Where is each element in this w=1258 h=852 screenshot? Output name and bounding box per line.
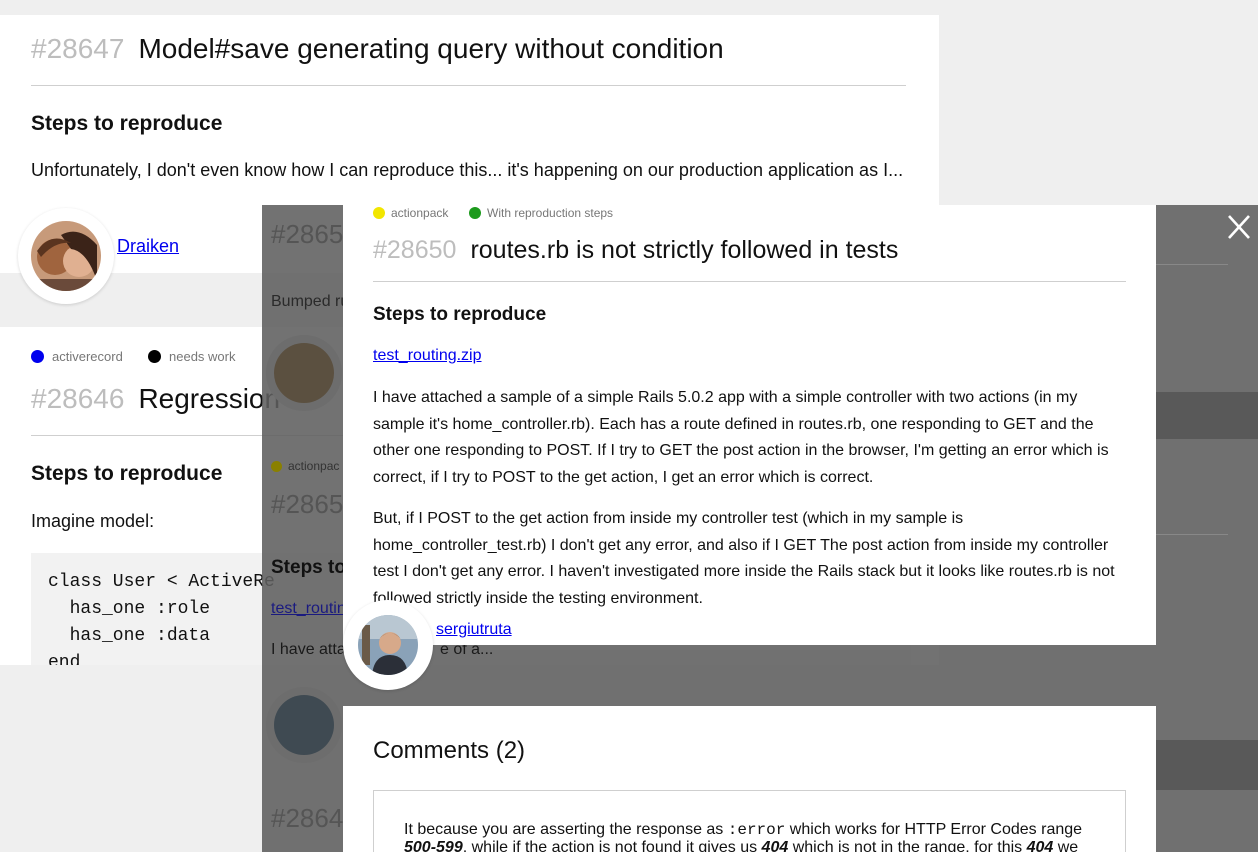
status-range: 500-599 xyxy=(404,839,463,852)
issue-title-text: Model#save generating query without cond… xyxy=(138,33,724,64)
dimmed-excerpt: I have attac xyxy=(271,641,354,658)
steps-heading: Steps to reproduce xyxy=(31,462,223,485)
tag-actionpack[interactable]: actionpack xyxy=(373,206,448,220)
dimmed-steps: Steps to xyxy=(271,557,346,578)
issue-modal: actionpack With reproduction steps #2865… xyxy=(343,205,1156,645)
tag-dot xyxy=(373,207,385,219)
attachment-link[interactable]: test_routing.zip xyxy=(373,347,482,365)
tag-activerecord[interactable]: activerecord xyxy=(31,349,123,364)
close-icon[interactable] xyxy=(1226,211,1252,243)
dimmed-number: #2865 xyxy=(271,489,344,519)
title-divider xyxy=(31,85,906,86)
issue-number: #28650 xyxy=(373,236,457,264)
tag-dot xyxy=(31,350,44,363)
avatar-image xyxy=(358,615,418,675)
avatar-image xyxy=(31,221,101,291)
modal-author-link[interactable]: sergiutruta xyxy=(436,621,512,639)
comments-panel: Comments (2) It because you are assertin… xyxy=(343,706,1156,852)
avatar-draiken[interactable] xyxy=(18,208,114,304)
steps-heading: Steps to reproduce xyxy=(31,112,223,135)
tag-needs-work[interactable]: needs work xyxy=(148,349,235,364)
description-paragraph-1: I have attached a sample of a simple Rai… xyxy=(373,389,1109,486)
comment-body: It because you are asserting the respons… xyxy=(404,821,1094,852)
tag-dot xyxy=(148,350,161,363)
dimmed-number: #2865 xyxy=(271,219,344,249)
dimmed-avatar xyxy=(266,335,342,411)
comments-heading: Comments (2) xyxy=(373,737,526,764)
status-code: 404 xyxy=(1026,839,1054,852)
description-paragraph-2: But, if I POST to the get action from in… xyxy=(373,510,1115,607)
issue-number: #28646 xyxy=(31,383,125,414)
inline-code: :error xyxy=(727,821,786,839)
avatar-sergiutruta[interactable] xyxy=(343,600,433,690)
status-code: 404 xyxy=(761,839,789,852)
title-divider xyxy=(373,281,1126,282)
dimmed-number: #2864 xyxy=(271,803,344,833)
dimmed-excerpt: Bumped ru xyxy=(271,293,350,310)
issue-title[interactable]: #28647 Model#save generating query withou… xyxy=(31,33,724,65)
dimmed-avatar xyxy=(266,687,342,763)
issue-title-text: Regression xyxy=(138,383,281,414)
tag-with-reproduction-steps[interactable]: With reproduction steps xyxy=(469,206,613,220)
issue-title-text: routes.rb is not strictly followed in te… xyxy=(470,236,899,264)
dimmed-band xyxy=(1156,392,1258,439)
dimmed-divider xyxy=(1156,264,1228,265)
issue-intro: Imagine model: xyxy=(31,511,155,531)
issue-excerpt: Unfortunately, I don't even know how I c… xyxy=(31,160,904,180)
dimmed-divider xyxy=(1156,534,1228,535)
issue-number: #28647 xyxy=(31,33,125,64)
dimmed-tag: actionpac xyxy=(271,459,339,473)
dimmed-band xyxy=(1156,740,1258,790)
comment-box: It because you are asserting the respons… xyxy=(373,790,1126,852)
author-link[interactable]: Draiken xyxy=(117,236,179,257)
steps-heading: Steps to reproduce xyxy=(373,304,547,325)
issue-title[interactable]: #28646 Regression xyxy=(31,383,280,415)
modal-issue-title: #28650 routes.rb is not strictly followed… xyxy=(373,236,898,265)
dimmed-link: test_routin xyxy=(271,600,346,617)
tag-dot xyxy=(469,207,481,219)
